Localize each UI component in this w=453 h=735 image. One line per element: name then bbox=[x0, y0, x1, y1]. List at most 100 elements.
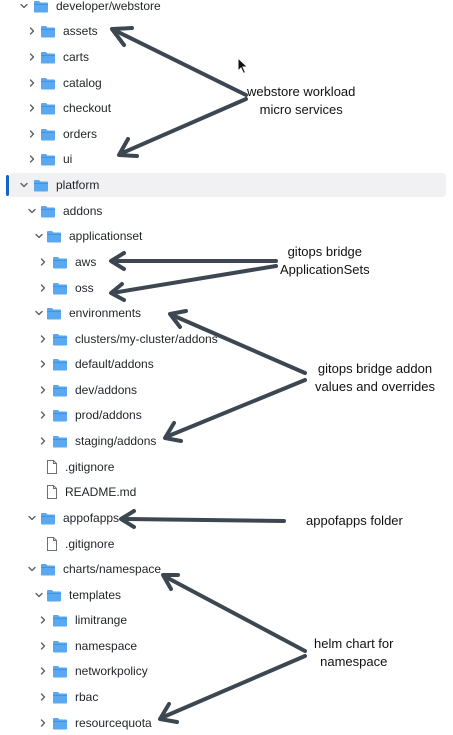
tree-folder-row[interactable]: aws bbox=[0, 250, 447, 274]
chevron-down-icon[interactable] bbox=[33, 307, 45, 319]
chevron-right-icon[interactable] bbox=[37, 333, 49, 345]
annotation-addon-values-line2: values and overrides bbox=[315, 379, 435, 394]
tree-file-row[interactable]: README.md bbox=[0, 480, 447, 504]
tree-folder-row[interactable]: platform bbox=[9, 173, 446, 197]
chevron-right-icon[interactable] bbox=[37, 665, 49, 677]
chevron-down-icon[interactable] bbox=[18, 179, 30, 191]
tree-folder-row[interactable]: checkout bbox=[0, 96, 447, 120]
chevron-right-icon[interactable] bbox=[37, 256, 49, 268]
tree-folder-row[interactable]: environments bbox=[0, 301, 447, 325]
tree-row-label: charts/namespace bbox=[63, 562, 162, 576]
tree-folder-row[interactable]: assets bbox=[0, 19, 447, 43]
chevron-right-icon[interactable] bbox=[37, 717, 49, 729]
tree-folder-row[interactable]: developer/webstore bbox=[0, 0, 447, 18]
annotation-addon-values: gitops bridge addon values and overrides bbox=[315, 360, 435, 396]
folder-icon bbox=[52, 717, 68, 730]
file-icon bbox=[46, 460, 58, 474]
tree-row-label: .gitignore bbox=[65, 537, 115, 551]
chevron-right-icon[interactable] bbox=[37, 640, 49, 652]
annotation-helm-line2: namespace bbox=[320, 654, 388, 669]
chevron-down-icon[interactable] bbox=[33, 589, 45, 601]
tree-row-label: checkout bbox=[63, 101, 112, 115]
tree-folder-row[interactable]: charts/namespace bbox=[0, 557, 447, 581]
annotation-appsets: gitops bridge ApplicationSets bbox=[280, 243, 370, 279]
tree-row-label: namespace bbox=[75, 639, 138, 653]
folder-icon bbox=[46, 307, 62, 320]
chevron-down-icon[interactable] bbox=[18, 0, 30, 12]
tree-row-label: applicationset bbox=[69, 229, 143, 243]
tree-row-label: README.md bbox=[65, 485, 137, 499]
tree-row-label: appofapps bbox=[63, 511, 120, 525]
tree-folder-row[interactable]: rbac bbox=[0, 685, 447, 709]
chevron-right-icon[interactable] bbox=[26, 51, 38, 63]
folder-icon bbox=[52, 256, 68, 269]
tree-row-label: environments bbox=[69, 306, 142, 320]
tree-file-row[interactable]: .gitignore bbox=[0, 532, 447, 556]
tree-folder-row[interactable]: carts bbox=[0, 45, 447, 69]
selection-indicator bbox=[6, 175, 9, 196]
annotation-webstore-line1: webstore workload bbox=[247, 84, 356, 99]
annotation-addon-values-line1: gitops bridge addon bbox=[317, 361, 433, 376]
folder-icon bbox=[40, 102, 56, 115]
tree-folder-row[interactable]: clusters/my-cluster/addons bbox=[0, 327, 447, 351]
tree-row-label: default/addons bbox=[75, 357, 154, 371]
folder-icon bbox=[52, 384, 68, 397]
tree-folder-row[interactable]: catalog bbox=[0, 71, 447, 95]
folder-icon bbox=[52, 665, 68, 678]
chevron-down-icon[interactable] bbox=[33, 230, 45, 242]
chevron-right-icon[interactable] bbox=[26, 77, 38, 89]
tree-folder-row[interactable]: prod/addons bbox=[0, 403, 447, 427]
folder-icon bbox=[52, 282, 68, 295]
folder-icon bbox=[40, 153, 56, 166]
tree-folder-row[interactable]: orders bbox=[0, 122, 447, 146]
folder-icon bbox=[33, 0, 49, 13]
tree-folder-row[interactable]: templates bbox=[0, 583, 447, 607]
tree-row-label: dev/addons bbox=[75, 383, 138, 397]
annotation-appofapps-line1: appofapps folder bbox=[306, 513, 403, 528]
tree-folder-row[interactable]: oss bbox=[0, 276, 447, 300]
chevron-right-icon[interactable] bbox=[26, 102, 38, 114]
annotation-helm: helm chart for namespace bbox=[314, 635, 393, 671]
tree-row-label: clusters/my-cluster/addons bbox=[75, 332, 218, 346]
tree-folder-row[interactable]: addons bbox=[0, 199, 447, 223]
tree-folder-row[interactable]: resourcequota bbox=[0, 711, 447, 735]
folder-icon bbox=[52, 435, 68, 448]
folder-icon bbox=[52, 614, 68, 627]
folder-icon bbox=[52, 333, 68, 346]
chevron-down-icon[interactable] bbox=[26, 205, 38, 217]
tree-row-label: templates bbox=[69, 588, 122, 602]
chevron-right-icon[interactable] bbox=[26, 128, 38, 140]
chevron-right-icon[interactable] bbox=[37, 435, 49, 447]
tree-folder-row[interactable]: ui bbox=[0, 147, 447, 171]
tree-row-label: addons bbox=[63, 204, 103, 218]
folder-icon bbox=[33, 179, 49, 192]
annotation-appsets-line2: ApplicationSets bbox=[280, 262, 370, 277]
tree-row-label: orders bbox=[63, 127, 98, 141]
file-icon bbox=[46, 485, 58, 499]
folder-icon bbox=[52, 409, 68, 422]
chevron-right-icon[interactable] bbox=[26, 25, 38, 37]
tree-row-label: networkpolicy bbox=[75, 664, 148, 678]
annotation-appsets-line1: gitops bridge bbox=[287, 244, 363, 259]
tree-row-label: staging/addons bbox=[75, 434, 157, 448]
annotation-helm-line1: helm chart for bbox=[314, 636, 394, 651]
tree-folder-row[interactable]: limitrange bbox=[0, 608, 447, 632]
tree-folder-row[interactable]: staging/addons bbox=[0, 429, 447, 453]
chevron-right-icon[interactable] bbox=[37, 614, 49, 626]
folder-icon bbox=[40, 512, 56, 525]
tree-row-label: aws bbox=[75, 255, 97, 269]
tree-row-label: developer/webstore bbox=[56, 0, 161, 13]
chevron-right-icon[interactable] bbox=[37, 409, 49, 421]
tree-folder-row[interactable]: applicationset bbox=[0, 224, 447, 248]
chevron-down-icon[interactable] bbox=[26, 512, 38, 524]
tree-file-row[interactable]: .gitignore bbox=[0, 455, 447, 479]
chevron-right-icon[interactable] bbox=[26, 153, 38, 165]
tree-row-label: limitrange bbox=[75, 613, 128, 627]
chevron-right-icon[interactable] bbox=[37, 384, 49, 396]
chevron-down-icon[interactable] bbox=[26, 563, 38, 575]
chevron-right-icon[interactable] bbox=[37, 691, 49, 703]
chevron-right-icon[interactable] bbox=[37, 358, 49, 370]
file-icon bbox=[46, 537, 58, 551]
chevron-right-icon[interactable] bbox=[37, 282, 49, 294]
folder-icon bbox=[46, 589, 62, 602]
